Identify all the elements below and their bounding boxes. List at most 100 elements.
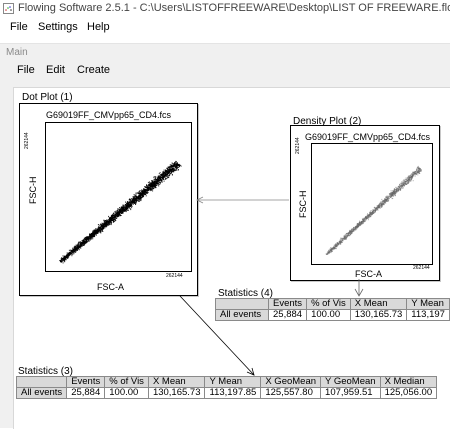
event-dot [92, 230, 94, 232]
event-dot [73, 251, 75, 253]
event-dot [149, 185, 150, 187]
event-dot [134, 197, 136, 199]
title-bar: Flowing Software 2.5.1 - C:\Users\LISTOF… [0, 0, 450, 18]
event-dot [77, 243, 79, 245]
event-dot [71, 249, 73, 251]
event-dot [171, 162, 173, 164]
dot-plot-axes[interactable] [45, 122, 192, 272]
event-dot [150, 182, 152, 184]
event-dot [399, 185, 401, 187]
event-dot [155, 183, 157, 185]
event-dot [63, 258, 65, 260]
event-dot [356, 225, 358, 227]
event-dot [376, 209, 378, 211]
event-dot [154, 178, 156, 180]
event-dot [179, 166, 180, 168]
event-dot [67, 257, 69, 259]
event-dot [121, 206, 123, 208]
event-dot [408, 178, 410, 180]
menu-settings[interactable]: Settings [38, 21, 78, 33]
event-dot [165, 174, 167, 176]
event-dot [371, 212, 373, 214]
event-dot [389, 193, 391, 195]
event-dot [410, 180, 411, 182]
event-dot [99, 231, 101, 233]
event-dot [119, 214, 120, 216]
event-dot [159, 175, 161, 177]
event-dot [99, 226, 101, 228]
event-dot [398, 186, 400, 188]
stats3-table[interactable]: Events % of Vis X Mean Y Mean X GeoMean … [15, 376, 438, 399]
event-dot [348, 235, 350, 236]
event-dot [76, 248, 78, 250]
event-dot [84, 240, 86, 242]
event-dot [346, 233, 348, 235]
event-dot [132, 196, 134, 198]
density-plot-axes[interactable] [311, 143, 433, 265]
event-dot [382, 200, 384, 202]
stats4-cell-pct: 100.00 [306, 309, 351, 321]
event-dot [157, 183, 159, 184]
menu-help[interactable]: Help [87, 21, 110, 33]
event-dot [62, 262, 64, 264]
event-dot [69, 253, 71, 254]
event-dot [152, 190, 154, 192]
stats3-header-pct: % of Vis [104, 376, 149, 388]
dot-plot-y-max: 262144 [24, 132, 30, 149]
event-dot [132, 201, 134, 203]
event-dot [122, 208, 124, 210]
event-dot [170, 164, 172, 166]
menu-file[interactable]: File [10, 21, 28, 33]
event-dot [166, 175, 168, 177]
event-dot [345, 238, 347, 240]
event-dot [78, 245, 80, 247]
child-menu-create[interactable]: Create [77, 64, 110, 76]
event-dot [166, 167, 168, 169]
event-dot [367, 214, 369, 216]
stats3-header-ygeomean: Y GeoMean [320, 376, 381, 388]
density-plot-panel[interactable]: G69019FF_CMVpp65_CD4.fcs 262144 262144 F… [290, 125, 440, 281]
event-dot [105, 223, 107, 225]
event-dot [99, 228, 101, 230]
event-dot [131, 205, 133, 207]
event-dot [136, 192, 138, 194]
dot-plot-panel[interactable]: G69019FF_CMVpp65_CD4.fcs 262144 262144 F… [19, 103, 198, 296]
event-dot [156, 180, 158, 182]
event-dot [124, 205, 126, 207]
dot-plot-title: Dot Plot (1) [22, 92, 73, 103]
event-dot [357, 223, 359, 224]
event-dot [353, 228, 355, 230]
event-dot [100, 230, 101, 232]
child-menu-edit[interactable]: Edit [46, 64, 65, 76]
event-dot [154, 180, 156, 182]
stats3-header-blank [15, 376, 68, 388]
event-dot [404, 178, 406, 180]
event-dot [327, 253, 328, 255]
child-menu-file[interactable]: File [17, 64, 35, 76]
event-dot [383, 199, 385, 201]
event-dot [393, 190, 395, 192]
stats3-cell-xgeomean: 125,557.80 [260, 387, 322, 399]
event-dot [95, 233, 97, 235]
event-dot [344, 234, 346, 236]
density-plot-scatter [325, 165, 422, 255]
event-dot [147, 181, 149, 183]
event-dot [385, 202, 387, 204]
event-dot [95, 228, 97, 229]
event-dot [159, 172, 161, 174]
event-dot [96, 230, 98, 232]
event-dot [177, 164, 179, 165]
event-dot [146, 187, 148, 189]
event-dot [106, 219, 108, 221]
event-dot [394, 192, 396, 194]
event-dot [380, 201, 382, 203]
event-dot [126, 208, 128, 210]
event-dot [74, 250, 76, 252]
event-dot [414, 172, 416, 174]
event-dot [168, 168, 170, 170]
event-dot [133, 196, 135, 198]
event-dot [171, 172, 173, 174]
stats4-table[interactable]: Events % of Vis X Mean Y Mean All events… [215, 298, 450, 321]
event-dot [378, 204, 380, 206]
event-dot [149, 181, 150, 183]
